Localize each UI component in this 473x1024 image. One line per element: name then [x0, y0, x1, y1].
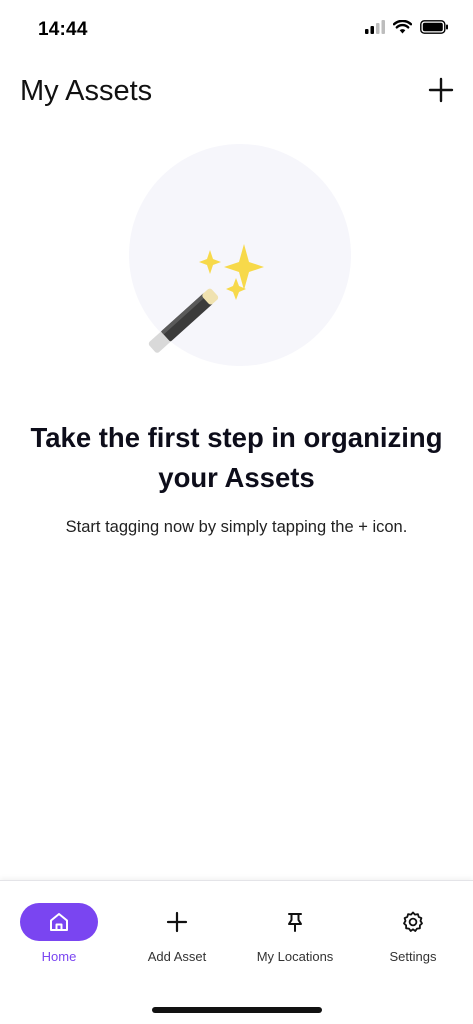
tab-my-locations-label: My Locations	[256, 949, 334, 964]
tab-settings-label: Settings	[389, 949, 437, 964]
tab-home-label: Home	[41, 949, 77, 964]
cellular-signal-icon	[365, 20, 385, 34]
plus-icon	[166, 911, 188, 933]
home-indicator[interactable]	[152, 1007, 322, 1013]
magic-wand-icon	[148, 244, 264, 353]
app-header: My Assets	[0, 60, 473, 124]
empty-state-subtext: Start tagging now by simply tapping the …	[65, 518, 408, 536]
page-title: My Assets	[20, 75, 153, 107]
tab-home[interactable]: Home	[0, 881, 118, 981]
status-icons	[365, 20, 449, 34]
tab-my-locations[interactable]: My Locations	[236, 881, 354, 981]
status-bar: 14:44	[0, 0, 473, 60]
tab-home-indicator	[20, 903, 98, 941]
plus-icon	[428, 77, 454, 103]
add-asset-button[interactable]	[425, 74, 457, 106]
gear-icon	[403, 911, 423, 932]
status-time: 14:44	[38, 19, 88, 40]
empty-state-heading: Take the first step in organizing your A…	[30, 422, 443, 493]
pin-icon	[288, 913, 302, 932]
tab-add-asset-label: Add Asset	[147, 949, 207, 964]
wifi-icon	[393, 20, 412, 34]
tab-settings[interactable]: Settings	[354, 881, 472, 981]
bottom-tab-bar: Home Add Asset My Locations Settings	[0, 880, 473, 1024]
home-icon	[50, 913, 68, 931]
tab-add-asset[interactable]: Add Asset	[118, 881, 236, 981]
battery-icon	[420, 20, 448, 34]
